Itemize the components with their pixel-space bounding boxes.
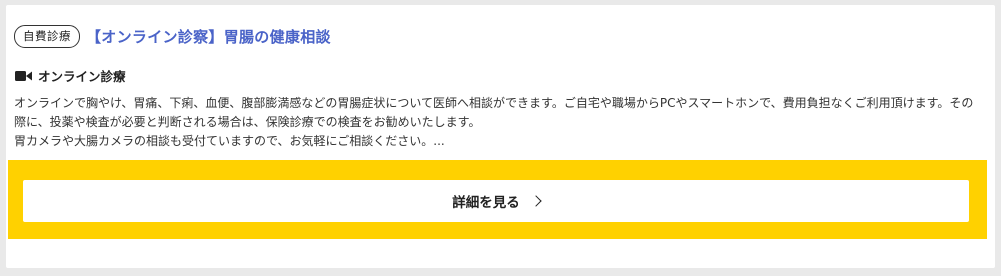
description-paragraph: 胃カメラや大腸カメラの相談も受付ていますので、お気軽にご相談ください。... [14, 134, 445, 148]
view-details-label: 詳細を見る [452, 195, 520, 211]
service-description: オンラインで胸やけ、胃痛、下痢、血便、腹部膨満感などの胃腸症状について医師へ相談… [14, 94, 984, 151]
video-camera-icon [15, 70, 32, 81]
card-header: 自費診療 【オンライン診察】胃腸の健康相談 [14, 25, 331, 48]
description-paragraph: オンラインで胸やけ、胃痛、下痢、血便、腹部膨満感などの胃腸症状について医師へ相談… [14, 96, 974, 129]
consult-type-label: オンライン診療 [38, 69, 126, 84]
service-title[interactable]: 【オンライン診察】胃腸の健康相談 [86, 26, 331, 47]
consult-type: オンライン診療 [15, 66, 126, 85]
chevron-right-icon [530, 195, 542, 207]
view-details-button[interactable]: 詳細を見る [23, 180, 969, 222]
self-pay-badge: 自費診療 [14, 25, 80, 48]
